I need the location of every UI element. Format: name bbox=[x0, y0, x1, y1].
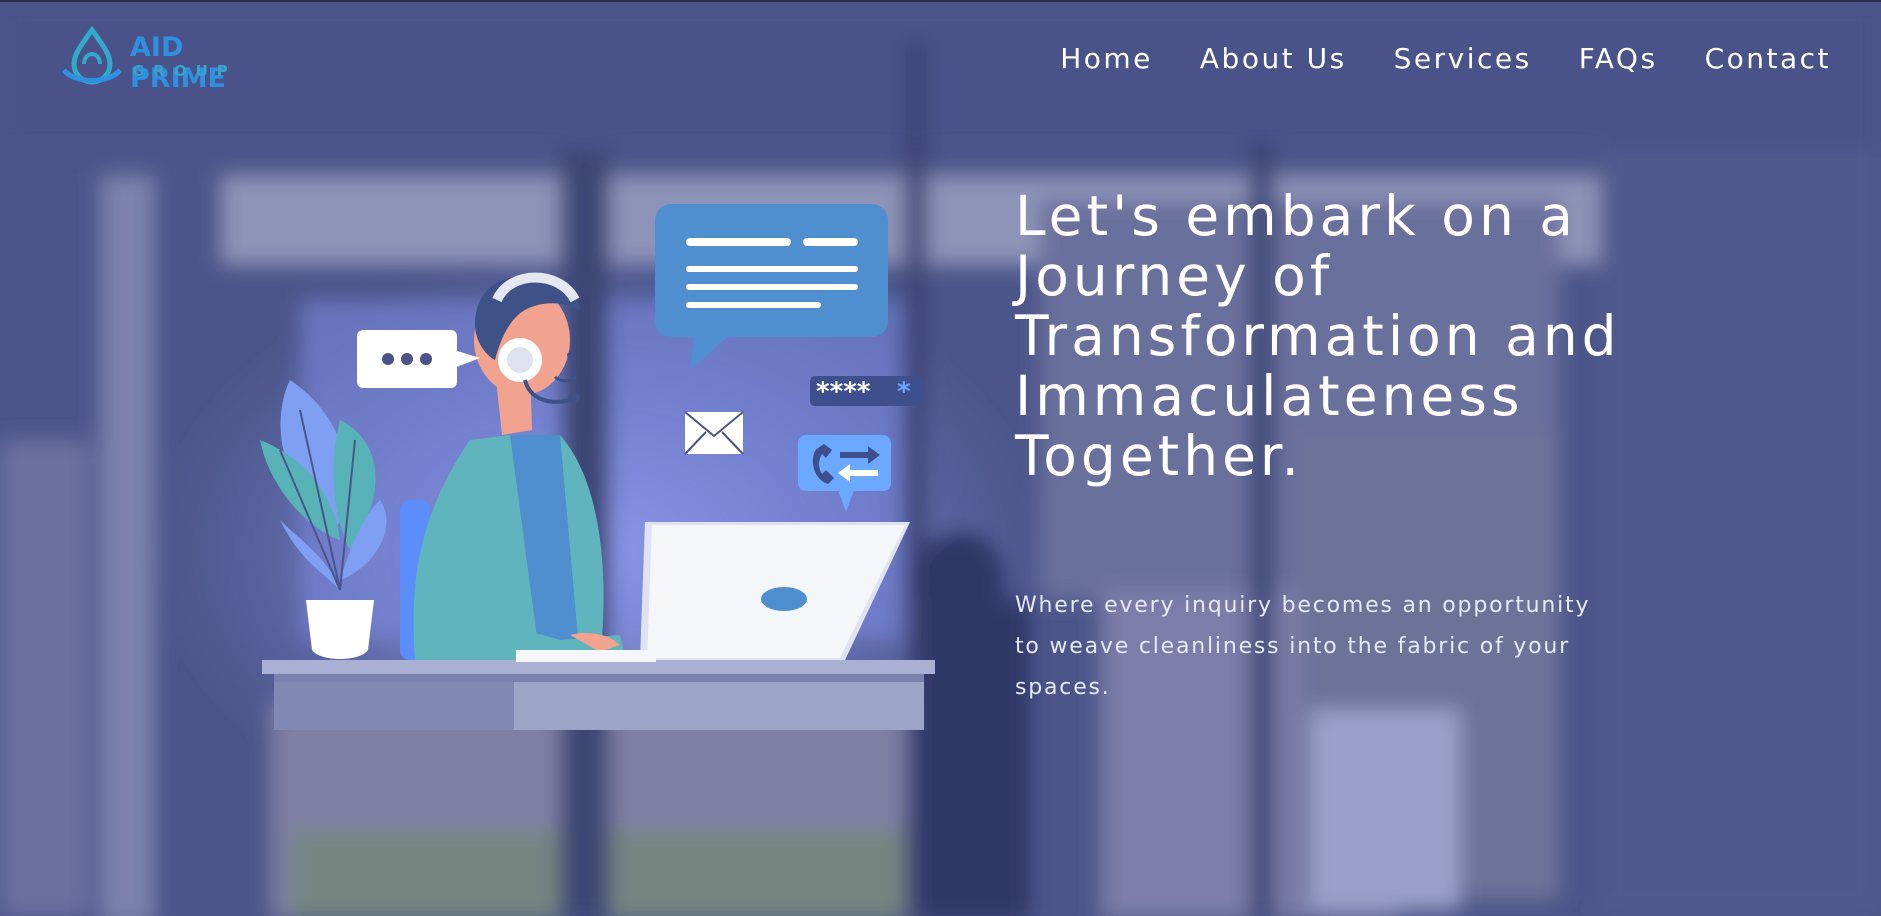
nav-contact[interactable]: Contact bbox=[1705, 42, 1831, 75]
customer-support-illustration: **** * bbox=[240, 190, 960, 730]
phone-transfer-icon bbox=[798, 435, 891, 512]
nav-faqs[interactable]: FAQs bbox=[1579, 42, 1658, 75]
typing-bubble-icon bbox=[357, 330, 480, 388]
support-agent-illustration: **** * bbox=[260, 204, 935, 730]
chat-bubble-icon bbox=[655, 204, 888, 370]
desk-top bbox=[262, 660, 935, 674]
envelope-icon bbox=[684, 411, 744, 455]
plant-icon bbox=[260, 380, 387, 659]
nav-services[interactable]: Services bbox=[1394, 42, 1532, 75]
site-header: AID PRIME GROUP Home About Us Services F… bbox=[0, 0, 1881, 120]
brand-logo[interactable]: AID PRIME GROUP bbox=[60, 26, 280, 94]
nav-home[interactable]: Home bbox=[1060, 42, 1153, 75]
water-drop-logo-icon bbox=[61, 26, 123, 85]
brand-subtitle: GROUP bbox=[132, 62, 237, 80]
desk-drawer bbox=[274, 674, 514, 730]
password-mask-accent: * bbox=[897, 377, 911, 407]
main-nav: Home About Us Services FAQs Contact bbox=[1060, 42, 1831, 75]
nav-about-us[interactable]: About Us bbox=[1200, 42, 1347, 75]
desk-panel bbox=[514, 674, 924, 730]
hero-title: Let's embark on a Journey of Transformat… bbox=[1015, 184, 1621, 488]
password-field-icon: **** * bbox=[810, 376, 923, 407]
hero-subtitle: Where every inquiry becomes an opportuni… bbox=[1015, 593, 1591, 700]
password-mask: **** bbox=[816, 377, 871, 407]
